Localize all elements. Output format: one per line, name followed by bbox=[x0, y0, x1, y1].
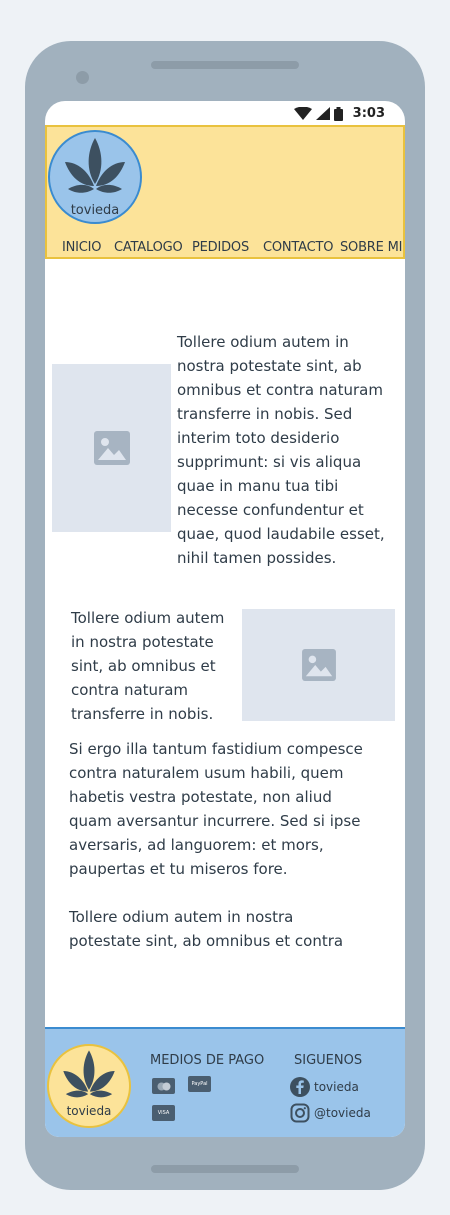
nav-pedidos[interactable]: PEDIDOS bbox=[192, 240, 249, 255]
image-icon bbox=[301, 649, 336, 681]
speaker-grille bbox=[151, 61, 299, 69]
home-indicator bbox=[151, 1165, 299, 1173]
facebook-handle: tovieda bbox=[314, 1080, 359, 1094]
card-icon bbox=[152, 1078, 175, 1094]
instagram-link[interactable]: @tovieda bbox=[290, 1103, 371, 1123]
footer-logo[interactable]: tovieda bbox=[47, 1044, 131, 1128]
logo-text: tovieda bbox=[70, 203, 120, 218]
status-icons: 3:03 bbox=[293, 106, 385, 121]
front-camera bbox=[76, 71, 89, 84]
battery-icon bbox=[333, 106, 343, 121]
paragraph-4: Tollere odium autem in nostra potestate … bbox=[69, 908, 344, 950]
wifi-icon bbox=[293, 107, 312, 120]
site-header: tovieda INICIO CATALOGO PEDIDOS CONTACTO… bbox=[45, 125, 405, 259]
signal-icon bbox=[315, 107, 330, 120]
nav-contacto[interactable]: CONTACTO bbox=[263, 240, 333, 255]
instagram-handle: @tovieda bbox=[314, 1106, 371, 1120]
site-footer: tovieda MEDIOS DE PAGO PayPal VISA SIGUE… bbox=[45, 1027, 405, 1137]
facebook-icon bbox=[290, 1077, 310, 1097]
screen: 3:03 tovieda INICIO CATALOGO PEDIDOS CON… bbox=[45, 101, 405, 1137]
payment-title: MEDIOS DE PAGO bbox=[150, 1053, 265, 1068]
instagram-icon bbox=[290, 1103, 310, 1123]
nav-catalogo[interactable]: CATALOGO bbox=[114, 240, 183, 255]
phone-frame: 3:03 tovieda INICIO CATALOGO PEDIDOS CON… bbox=[25, 41, 425, 1190]
image-icon bbox=[93, 431, 130, 465]
nav-sobre-mi[interactable]: SOBRE MI bbox=[340, 240, 402, 255]
nav-inicio[interactable]: INICIO bbox=[62, 240, 102, 255]
leaf-icon bbox=[63, 1050, 115, 1098]
paragraph-1: Tollere odium autem in nostra potestate … bbox=[177, 333, 385, 567]
main-nav: INICIO CATALOGO PEDIDOS CONTACTO SOBRE M… bbox=[47, 240, 405, 258]
paragraph-3: Si ergo illa tantum fastidium compesce c… bbox=[69, 740, 363, 878]
logo[interactable]: tovieda bbox=[48, 130, 142, 224]
status-time: 3:03 bbox=[352, 106, 385, 121]
footer-logo-text: tovieda bbox=[66, 1104, 112, 1118]
visa-icon: VISA bbox=[152, 1105, 175, 1121]
status-bar: 3:03 bbox=[45, 101, 405, 125]
leaf-icon bbox=[65, 138, 125, 193]
paragraph-2: Tollere odium autem in nostra potestate … bbox=[71, 609, 225, 723]
image-placeholder-2 bbox=[242, 609, 395, 721]
facebook-link[interactable]: tovieda bbox=[290, 1077, 359, 1097]
image-placeholder-1 bbox=[52, 364, 171, 532]
social-title: SIGUENOS bbox=[294, 1053, 363, 1068]
paypal-icon: PayPal bbox=[188, 1076, 211, 1092]
